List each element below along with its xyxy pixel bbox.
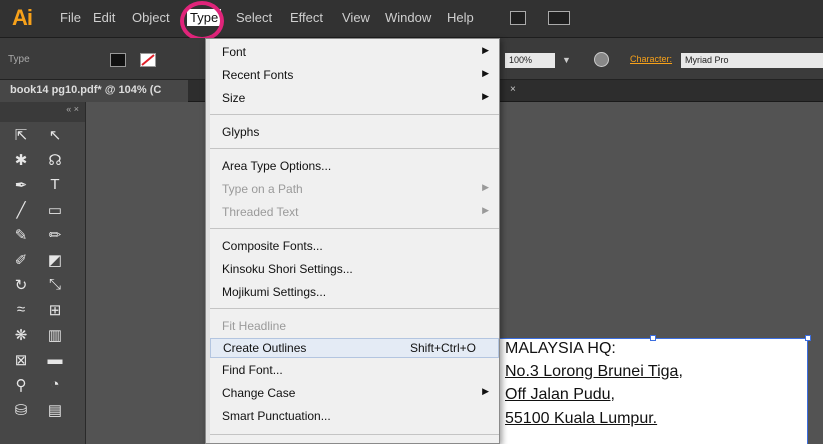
menu-file[interactable]: File: [60, 10, 81, 25]
selection-handle[interactable]: [805, 335, 811, 341]
submenu-arrow-icon: ▶: [482, 68, 489, 78]
width-tool-icon[interactable]: ≈: [12, 301, 30, 319]
selection-tool-icon[interactable]: ⇱: [12, 126, 30, 144]
type-menu-dropdown: Font ▶ Recent Fonts ▶ Size ▶ Glyphs Area Ty…: [205, 38, 500, 444]
direct-selection-tool-icon[interactable]: ↖: [46, 126, 64, 144]
menu-window[interactable]: Window: [385, 10, 431, 25]
menu-bar: Ai File Edit Object Type Select Effect V…: [0, 0, 823, 41]
keyboard-shortcut: Shift+Ctrl+O: [409, 341, 476, 355]
submenu-arrow-icon: ▶: [482, 45, 489, 55]
eyedropper-tool-icon[interactable]: ⚲: [12, 376, 30, 394]
gradient-tool-icon[interactable]: ▬: [46, 351, 64, 369]
submenu-arrow-icon: ▶: [482, 182, 489, 192]
highlight-circle: [180, 1, 224, 41]
menu-view[interactable]: View: [342, 10, 370, 25]
menu-effect[interactable]: Effect: [290, 10, 323, 25]
menu-item-glyphs[interactable]: Glyphs: [210, 123, 499, 143]
no-stroke-icon: [141, 54, 155, 66]
selection-handle[interactable]: [650, 335, 656, 341]
menu-item-create-outlines[interactable]: Create Outlines Shift+Ctrl+O: [210, 338, 499, 358]
stroke-swatch[interactable]: [140, 53, 156, 67]
menu-item-composite-fonts[interactable]: Composite Fonts...: [210, 237, 499, 257]
live-paint-tool-icon[interactable]: ⛁: [12, 401, 30, 419]
eraser-tool-icon[interactable]: ◩: [46, 251, 64, 269]
menu-separator: [210, 434, 499, 435]
chevron-down-icon[interactable]: ▼: [562, 55, 571, 65]
free-transform-tool-icon[interactable]: ⊞: [46, 301, 64, 319]
submenu-arrow-icon: ▶: [482, 386, 489, 396]
artboard-text-line: No.3 Lorong Brunei Tiga,: [505, 363, 683, 380]
menu-item-change-case[interactable]: Change Case ▶: [210, 384, 499, 404]
artboard-text-line: MALAYSIA HQ:: [505, 340, 616, 357]
menu-help[interactable]: Help: [447, 10, 474, 25]
menu-object[interactable]: Object: [132, 10, 170, 25]
menu-select[interactable]: Select: [236, 10, 272, 25]
symbol-sprayer-tool-icon[interactable]: ❋: [12, 326, 30, 344]
illustrator-logo: Ai: [12, 5, 33, 30]
menu-item-recent-fonts[interactable]: Recent Fonts ▶: [210, 66, 499, 86]
tools-panel: « × ⇱ ↖ ✱ ☊ ✒ T ╱ ▭ ✎ ✏ ✐ ◩ ↻ ⤡ ≈ ⊞ ❋ ▥ ⊠ ▬ ⚲ ◔ ⛁ ▤: [0, 102, 86, 444]
menu-item-mojikumi-settings[interactable]: Mojikumi Settings...: [210, 283, 499, 303]
paintbrush-tool-icon[interactable]: ✎: [12, 226, 30, 244]
menu-item-threaded-text: Threaded Text ▶: [222, 205, 489, 219]
opacity-field[interactable]: 100%: [505, 53, 555, 68]
menu-item-size[interactable]: Size ▶: [210, 89, 499, 109]
type-tool-icon[interactable]: T: [46, 176, 64, 194]
menu-separator: [210, 148, 499, 149]
menu-item-type-on-a-path: Type on a Path ▶: [222, 182, 489, 196]
recolor-artwork-icon[interactable]: [594, 52, 609, 67]
pen-tool-icon[interactable]: ✒: [12, 176, 30, 194]
document-tab[interactable]: book14 pg10.pdf* @ 104% (C: [0, 80, 188, 102]
artboard-text-line: Off Jalan Pudu,: [505, 386, 615, 403]
submenu-arrow-icon: ▶: [482, 205, 489, 215]
menu-item-smart-punctuation[interactable]: Smart Punctuation...: [210, 407, 499, 427]
pencil-tool-icon[interactable]: ✏: [46, 226, 64, 244]
fill-swatch[interactable]: [110, 53, 126, 67]
character-panel-link[interactable]: Character:: [630, 54, 672, 64]
rectangle-tool-icon[interactable]: ▭: [46, 201, 64, 219]
tools-panel-header[interactable]: « ×: [0, 102, 85, 122]
blob-brush-tool-icon[interactable]: ✐: [12, 251, 30, 269]
menu-separator: [210, 228, 499, 229]
line-segment-tool-icon[interactable]: ╱: [12, 201, 30, 219]
bridge-icon[interactable]: [510, 11, 526, 25]
menu-item-fit-headline: Fit Headline: [222, 319, 287, 333]
menu-item-kinsoku-shori-settings[interactable]: Kinsoku Shori Settings...: [210, 260, 499, 280]
artboard-text-line: 55100 Kuala Lumpur.: [505, 410, 658, 427]
menu-separator: [210, 308, 499, 309]
lasso-tool-icon[interactable]: ☊: [46, 151, 64, 169]
arrange-documents-icon[interactable]: [548, 11, 570, 25]
mesh-tool-icon[interactable]: ⊠: [12, 351, 30, 369]
close-tab-icon[interactable]: ×: [510, 84, 516, 95]
menu-item-font[interactable]: Font ▶: [210, 43, 499, 63]
menu-separator: [210, 114, 499, 115]
magic-wand-tool-icon[interactable]: ✱: [12, 151, 30, 169]
submenu-arrow-icon: ▶: [482, 91, 489, 101]
rotate-tool-icon[interactable]: ↻: [12, 276, 30, 294]
font-family-field[interactable]: Myriad Pro: [681, 53, 823, 68]
menu-item-find-font[interactable]: Find Font...: [210, 361, 499, 381]
blend-tool-icon[interactable]: ◔: [46, 376, 64, 394]
control-bar-label: Type: [8, 54, 30, 65]
slice-tool-icon[interactable]: ▤: [46, 401, 64, 419]
scale-tool-icon[interactable]: ⤡: [46, 276, 64, 294]
column-graph-tool-icon[interactable]: ▥: [46, 326, 64, 344]
menu-item-area-type-options[interactable]: Area Type Options...: [210, 157, 499, 177]
menu-edit[interactable]: Edit: [93, 10, 115, 25]
